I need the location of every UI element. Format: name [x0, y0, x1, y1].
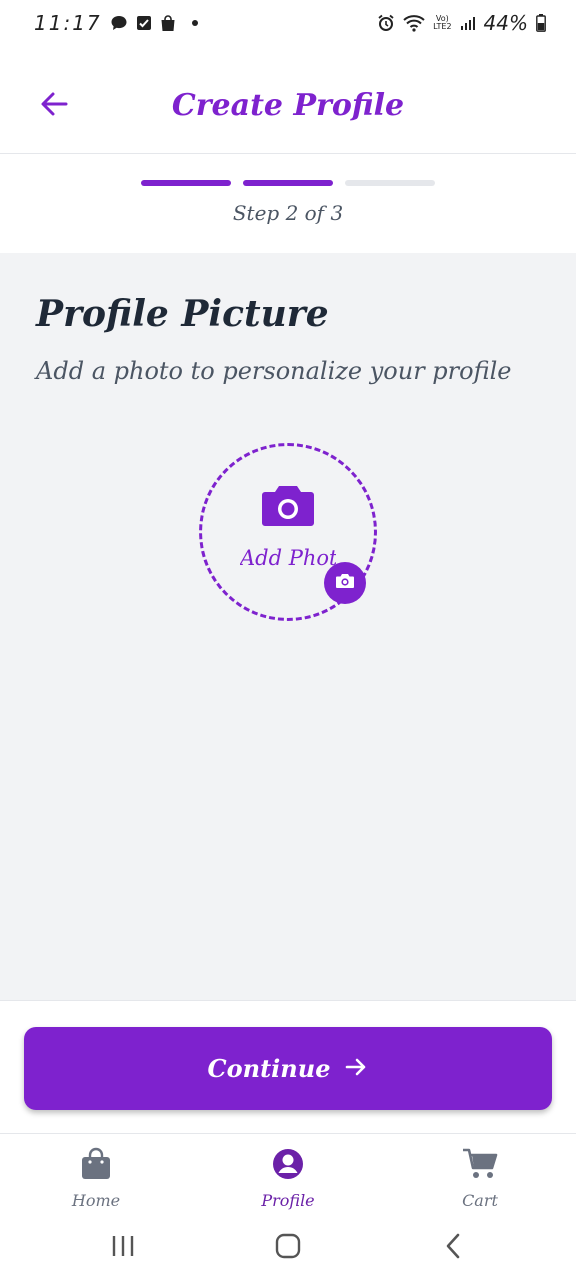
cart-icon [462, 1147, 498, 1185]
profile-picture-section: Profile Picture Add a photo to personali… [0, 253, 576, 1001]
status-bar: 11:17 Vo) LTE2 44% [0, 0, 576, 46]
continue-area: Continue [0, 1002, 576, 1134]
arrow-left-icon [39, 89, 69, 123]
camera-icon [261, 484, 315, 532]
lte-indicator: Vo) LTE2 [433, 14, 452, 31]
camera-icon [335, 573, 355, 593]
chat-icon [110, 14, 128, 32]
add-photo-button[interactable]: Add Photo [199, 443, 377, 621]
nav-label-home: Home [71, 1191, 121, 1210]
camera-badge-button[interactable] [324, 562, 366, 604]
home-button[interactable] [274, 1232, 302, 1264]
back-nav-button[interactable] [439, 1232, 467, 1264]
wifi-icon [403, 14, 425, 32]
nav-item-profile[interactable]: Profile [192, 1135, 384, 1215]
step-progress: Step 2 of 3 [0, 155, 576, 253]
app-header: Create Profile [0, 58, 576, 154]
status-left: 11:17 [34, 11, 198, 35]
nav-label-cart: Cart [462, 1191, 498, 1210]
progress-bar-step-2 [243, 180, 333, 186]
battery-icon [536, 14, 546, 32]
add-photo-label: Add Photo [240, 546, 336, 570]
step-indicator: Step 2 of 3 [232, 201, 344, 225]
check-square-icon [136, 15, 152, 31]
recent-apps-button[interactable] [109, 1233, 137, 1263]
system-nav-bar [0, 1215, 576, 1280]
alarm-icon [377, 14, 395, 32]
bottom-nav: Home Profile Cart [0, 1135, 576, 1215]
section-subtitle: Add a photo to personalize your profile [36, 357, 512, 385]
page-title: Create Profile [171, 88, 405, 123]
nav-item-home[interactable]: Home [0, 1135, 192, 1215]
nav-label-profile: Profile [261, 1191, 315, 1210]
arrow-right-icon [344, 1055, 368, 1083]
bag-icon [160, 14, 176, 32]
shopping-bag-icon [79, 1147, 113, 1185]
continue-label: Continue [207, 1054, 331, 1083]
status-time: 11:17 [34, 11, 102, 35]
signal-icon [460, 15, 476, 31]
nav-item-cart[interactable]: Cart [384, 1135, 576, 1215]
back-button[interactable] [38, 90, 70, 122]
network-label: LTE2 [433, 22, 452, 31]
progress-bar-step-1 [141, 180, 231, 186]
progress-bar-step-3 [345, 180, 435, 186]
section-title: Profile Picture [36, 293, 329, 335]
user-circle-icon [271, 1147, 305, 1185]
battery-percent: 44% [483, 11, 528, 35]
status-right: Vo) LTE2 44% [377, 11, 546, 35]
dot-icon [191, 20, 198, 26]
progress-bars [141, 180, 435, 186]
continue-button[interactable]: Continue [24, 1027, 552, 1110]
